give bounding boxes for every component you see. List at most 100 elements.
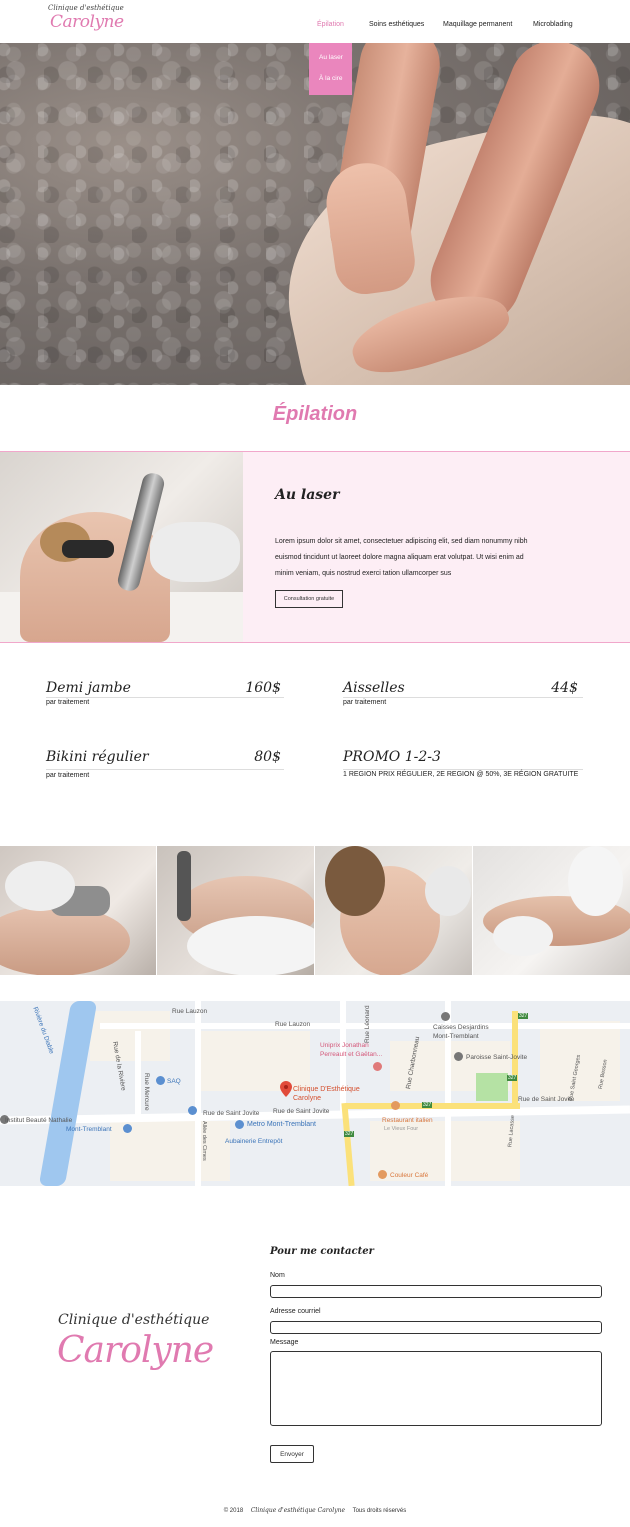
price-amount: 160$ <box>245 680 281 696</box>
map-label-rue-lauzon: Rue Lauzon <box>172 1008 208 1015</box>
photo-skin <box>0 906 130 975</box>
laser-info-panel: Au laser Lorem ipsum dolor sit amet, con… <box>243 452 630 642</box>
map-label-rue-saint-jovite: Rue de Saint Jovite <box>518 1096 575 1103</box>
map-label-rue-saint-jovite: Rue de Saint Jovite <box>273 1108 330 1115</box>
photo-device <box>425 866 471 916</box>
price-divider <box>343 697 583 698</box>
name-field[interactable] <box>270 1285 602 1298</box>
store-icon <box>156 1076 165 1085</box>
map-route-shield: 327 <box>344 1131 355 1137</box>
photo-glove <box>5 861 75 911</box>
map-label-mont-tremblant[interactable]: Mont-Tremblant <box>66 1126 112 1133</box>
cafe-icon <box>378 1170 387 1179</box>
promo-details: 1 REGION PRIX RÉGULIER, 2E REGION @ 50%,… <box>343 771 579 778</box>
page-title: Épilation <box>272 403 358 425</box>
price-amount: 80$ <box>254 749 281 765</box>
nav-epilation[interactable]: Épilation <box>317 21 344 28</box>
price-item-bikini-regulier: Bikini régulier 80$ par traitement <box>46 749 284 779</box>
photo-practitioner <box>568 846 623 916</box>
gallery-photo-1[interactable] <box>0 846 156 975</box>
place-icon <box>188 1106 197 1115</box>
map-label-restaurant[interactable]: Restaurant italien <box>382 1117 433 1124</box>
location-pin-icon[interactable] <box>280 1081 292 1097</box>
nav-maquillage-permanent[interactable]: Maquillage permanent <box>443 21 512 28</box>
location-map[interactable]: Rivière du Diable Rue Lauzon Rue Lauzon … <box>0 1001 630 1186</box>
consultation-button[interactable]: Consultation gratuite <box>275 590 343 608</box>
map-river <box>38 1001 98 1186</box>
message-field[interactable] <box>270 1351 602 1426</box>
gallery-photo-4[interactable] <box>473 846 630 975</box>
price-name: PROMO 1-2-3 <box>343 749 441 765</box>
map-label-paroisse[interactable]: Paroisse Saint-Jovite <box>466 1054 527 1061</box>
dropdown-item-au-laser[interactable]: Au laser <box>319 54 343 61</box>
map-label-allee-cimes: Allée des Cimes <box>201 1121 207 1161</box>
price-divider <box>46 697 284 698</box>
map-label-rue-mercure: Rue Mercure <box>143 1073 150 1111</box>
map-road <box>135 1031 141 1121</box>
nav-soins-esthetiques[interactable]: Soins esthétiques <box>369 21 424 28</box>
map-route-327 <box>345 1103 520 1109</box>
footer-logo-name: Carolyne <box>57 1330 214 1371</box>
map-park <box>476 1073 508 1101</box>
contact-title: Pour me contacter <box>270 1246 374 1257</box>
nav-microblading[interactable]: Microblading <box>533 21 573 28</box>
restaurant-icon <box>391 1101 400 1110</box>
message-label: Message <box>270 1339 299 1346</box>
image-protective-glasses <box>62 540 114 558</box>
site-header: Clinique d'esthétique Carolyne Épilation… <box>0 0 630 43</box>
send-button[interactable]: Envoyer <box>270 1445 314 1463</box>
photo-towel <box>187 916 314 975</box>
map-block <box>90 1011 170 1061</box>
map-label-institut[interactable]: Institut Beauté Nathalie <box>5 1117 72 1124</box>
photo-hair <box>325 846 385 916</box>
footer-logo: Clinique d'esthétique Carolyne <box>55 1312 214 1392</box>
email-label: Adresse courriel <box>270 1308 321 1315</box>
price-item-demi-jambe: Demi jambe 160$ par traitement <box>46 680 284 710</box>
map-label-aubainerie[interactable]: Aubainerie Entrepôt <box>225 1138 282 1145</box>
laser-description: Lorem ipsum dolor sit amet, consectetuer… <box>275 538 528 577</box>
map-label-caisses[interactable]: Caisses Desjardins Mont-Tremblant <box>433 1023 503 1041</box>
nav-dropdown-menu: Au laser À la cire <box>309 43 352 95</box>
price-name: Demi jambe <box>46 680 131 696</box>
copyright: © 2018 Clinique d'esthétique Carolyne To… <box>0 1507 630 1514</box>
map-label-rue-leonard: Rue Léonard <box>364 1005 371 1043</box>
email-field[interactable] <box>270 1321 602 1334</box>
name-label: Nom <box>270 1272 285 1279</box>
grocery-icon <box>235 1120 244 1129</box>
price-unit: par traitement <box>46 699 90 706</box>
map-route-shield: 327 <box>422 1102 433 1108</box>
price-name: Aisselles <box>343 680 405 696</box>
map-label-riviere: Rivière du Diable <box>31 1006 55 1055</box>
price-name: Bikini régulier <box>46 749 149 765</box>
map-label-rue-lauzon: Rue Lauzon <box>275 1021 311 1028</box>
image-gloved-hand <box>150 522 240 582</box>
price-unit: par traitement <box>343 699 387 706</box>
map-label-clinique[interactable]: Clinique D'Esthétique Carolyne <box>293 1085 373 1103</box>
site-logo[interactable]: Clinique d'esthétique Carolyne <box>48 4 124 40</box>
price-divider <box>343 769 583 770</box>
logo-tagline: Clinique d'esthétique <box>48 4 124 12</box>
map-block <box>200 1031 310 1091</box>
copyright-rights: Tous droits réservés <box>352 1508 407 1514</box>
photo-towel <box>493 916 553 956</box>
footer-logo-tagline: Clinique d'esthétique <box>58 1312 210 1328</box>
map-label-uniprix[interactable]: Uniprix Jonathan Perreault et Gaëtan... <box>320 1041 395 1059</box>
bank-icon <box>441 1012 450 1021</box>
copyright-brand: Clinique d'esthétique Carolyne <box>250 1507 346 1514</box>
map-label-saq[interactable]: SAQ <box>167 1078 181 1085</box>
gallery-photo-2[interactable] <box>157 846 314 975</box>
map-label-couleur-cafe[interactable]: Couleur Café <box>390 1172 428 1179</box>
map-route-shield: 327 <box>518 1013 529 1019</box>
dropdown-item-a-la-cire[interactable]: À la cire <box>319 75 342 82</box>
price-item-aisselles: Aisselles 44$ par traitement <box>343 680 583 710</box>
logo-name: Carolyne <box>50 12 124 32</box>
map-label-rue-saint-jovite: Rue de Saint Jovite <box>203 1110 260 1117</box>
map-label-metro[interactable]: Metro Mont-Tremblant <box>247 1121 316 1128</box>
laser-title: Au laser <box>275 487 340 503</box>
gallery-photo-3[interactable] <box>315 846 472 975</box>
price-item-promo: PROMO 1-2-3 1 REGION PRIX RÉGULIER, 2E R… <box>343 749 583 779</box>
map-route-shield: 327 <box>507 1075 518 1081</box>
divider-bottom <box>0 642 630 643</box>
map-label-vieux-four: Le Vieux Four <box>384 1126 419 1132</box>
pharmacy-icon <box>373 1062 382 1071</box>
